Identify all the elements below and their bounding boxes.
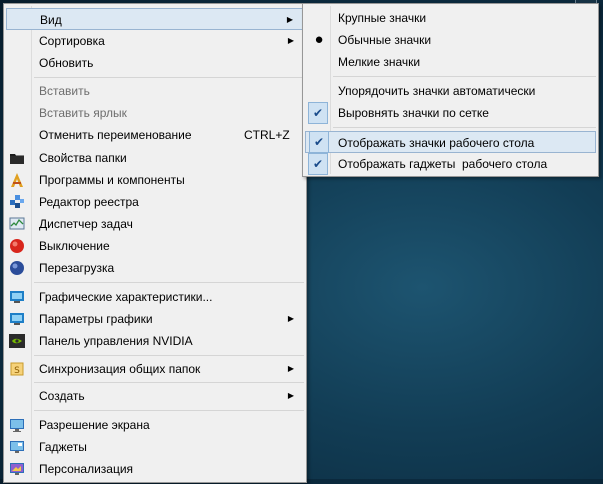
task-manager-icon (9, 216, 25, 232)
submenu-item-auto-arrange[interactable]: Упорядочить значки автоматически (305, 80, 596, 102)
menu-item-label: Гаджеты (39, 440, 87, 454)
menu-item-graphics-options[interactable]: Параметры графики ▶ (6, 308, 304, 330)
menu-item-label: Свойства папки (39, 151, 127, 165)
programs-icon (9, 172, 25, 188)
menu-item-label: Диспетчер задач (39, 217, 133, 231)
nvidia-icon (9, 333, 25, 349)
menu-item-personalization[interactable]: Персонализация (6, 458, 304, 480)
menu-item-refresh[interactable]: Обновить (6, 52, 304, 74)
menu-item-folder-options[interactable]: Свойства папки (6, 147, 304, 169)
menu-item-programs[interactable]: Программы и компоненты (6, 169, 304, 191)
menu-item-label: Вставить (39, 84, 90, 98)
menu-item-label: Вид (40, 13, 62, 27)
desktop-context-menu: Вид ▶ Сортировка ▶ Обновить Вставить Вст… (3, 3, 307, 483)
menu-item-label: Выровнять значки по сетке (338, 106, 489, 120)
menu-item-label: Отменить переименование (39, 128, 192, 142)
menu-item-label: Панель управления NVIDIA (39, 334, 193, 348)
svg-text:S: S (14, 366, 20, 376)
menu-item-paste[interactable]: Вставить (6, 80, 304, 102)
menu-separator (34, 355, 304, 356)
menu-item-label: Перезагрузка (39, 261, 115, 275)
menu-separator (34, 282, 304, 283)
menu-item-label: Создать (39, 389, 85, 403)
menu-item-label: Упорядочить значки автоматически (338, 84, 536, 98)
menu-item-label: Выключение (39, 239, 110, 253)
checkmark-icon: ✔ (308, 153, 328, 175)
personalization-icon (9, 461, 25, 477)
menu-item-gadgets[interactable]: Гаджеты (6, 436, 304, 458)
menu-item-label: Крупные значки (338, 11, 427, 25)
menu-separator (333, 127, 596, 128)
menu-separator (333, 76, 596, 77)
menu-item-label: Обычные значки (338, 33, 432, 47)
menu-item-label: Мелкие значки (338, 55, 421, 69)
menu-item-graphics-properties[interactable]: Графические характеристики... (6, 286, 304, 308)
menu-separator (34, 77, 304, 78)
menu-item-view[interactable]: Вид ▶ (6, 8, 304, 30)
submenu-arrow-icon: ▶ (287, 391, 294, 400)
submenu-arrow-icon: ▶ (287, 36, 294, 45)
menu-item-nvidia-control-panel[interactable]: Панель управления NVIDIA (6, 330, 304, 352)
menu-item-paste-shortcut[interactable]: Вставить ярлык (6, 102, 304, 124)
menu-item-label: Обновить (39, 56, 94, 70)
menu-item-label: Синхронизация общих папок (39, 362, 201, 376)
checkmark-icon: ✔ (308, 102, 328, 124)
restart-icon (9, 260, 25, 276)
menu-item-screen-resolution[interactable]: Разрешение экрана (6, 414, 304, 436)
registry-icon (9, 194, 25, 210)
menu-item-task-manager[interactable]: Диспетчер задач (6, 213, 304, 235)
submenu-item-show-desktop-icons[interactable]: ✔ Отображать значки рабочего стола (305, 131, 596, 153)
menu-item-label: Параметры графики (39, 312, 153, 326)
menu-item-label: Графические характеристики... (39, 290, 213, 304)
menu-item-label: Отображать значки рабочего стола (338, 136, 535, 150)
submenu-item-large-icons[interactable]: Крупные значки (305, 7, 596, 29)
menu-separator (34, 382, 304, 383)
menu-item-label: Персонализация (39, 462, 134, 476)
submenu-item-show-gadgets[interactable]: ✔ Отображать гаджеты рабочего стола (305, 153, 596, 175)
menu-item-label: Редактор реестра (39, 195, 139, 209)
menu-item-label: Сортировка (39, 34, 105, 48)
graphics-options-icon (9, 311, 25, 327)
shutdown-icon (9, 238, 25, 254)
graphics-icon (9, 289, 25, 305)
submenu-item-align-to-grid[interactable]: ✔ Выровнять значки по сетке (305, 102, 596, 124)
screen-resolution-icon (9, 417, 25, 433)
checkmark-icon: ✔ (309, 131, 329, 153)
menu-item-label: Разрешение экрана (39, 418, 150, 432)
gadgets-icon (9, 439, 25, 455)
sync-folder-icon: S (9, 361, 25, 377)
menu-item-undo-rename[interactable]: Отменить переименование CTRL+Z (6, 124, 304, 146)
submenu-item-small-icons[interactable]: Мелкие значки (305, 51, 596, 73)
folder-icon (9, 150, 25, 166)
submenu-arrow-icon: ▶ (286, 15, 293, 24)
menu-item-label: Программы и компоненты (39, 173, 185, 187)
menu-item-shortcut: CTRL+Z (244, 128, 290, 142)
menu-item-create[interactable]: Создать ▶ (6, 385, 304, 407)
menu-item-sync-shared-folders[interactable]: S Синхронизация общих папок ▶ (6, 358, 304, 380)
menu-item-sort[interactable]: Сортировка ▶ (6, 30, 304, 52)
submenu-item-medium-icons[interactable]: ● Обычные значки (305, 29, 596, 51)
menu-item-label: Отображать гаджеты рабочего стола (338, 157, 548, 171)
menu-item-registry-editor[interactable]: Редактор реестра (6, 191, 304, 213)
submenu-arrow-icon: ▶ (287, 364, 294, 373)
menu-item-label: Вставить ярлык (39, 106, 127, 120)
menu-separator (34, 410, 304, 411)
submenu-arrow-icon: ▶ (287, 314, 294, 323)
menu-item-restart[interactable]: Перезагрузка (6, 257, 304, 279)
menu-item-shutdown[interactable]: Выключение (6, 235, 304, 257)
view-submenu: Крупные значки ● Обычные значки Мелкие з… (302, 3, 599, 177)
radio-selected-icon: ● (314, 31, 324, 48)
